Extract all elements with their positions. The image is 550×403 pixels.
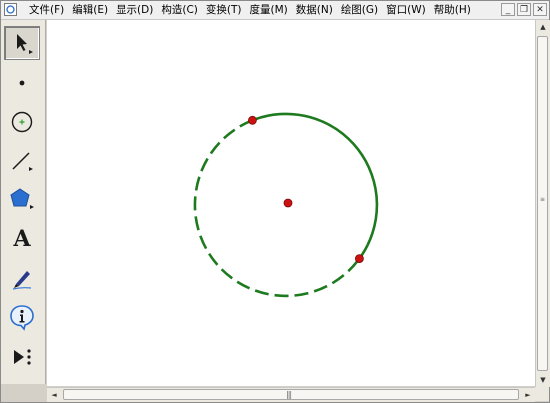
minimize-button[interactable]: _	[501, 3, 515, 16]
arc-point-top[interactable]	[247, 115, 257, 125]
scroll-left-arrow-icon[interactable]: ◄	[47, 388, 61, 402]
horizontal-scroll-thumb[interactable]: |||	[63, 389, 519, 400]
menu-file[interactable]: 文件(F)	[25, 1, 68, 19]
text-tool[interactable]: A	[4, 222, 40, 256]
vertical-scroll-thumb[interactable]: ≡	[537, 36, 548, 371]
menu-transform[interactable]: 变换(T)	[202, 1, 246, 19]
compass-icon	[11, 111, 33, 133]
sketch-drawing	[193, 112, 379, 298]
custom-tool[interactable]	[4, 340, 40, 374]
center-point[interactable]	[283, 198, 293, 208]
menu-window[interactable]: 窗口(W)	[382, 1, 430, 19]
menu-construct[interactable]: 构造(C)	[157, 1, 202, 19]
horizontal-grip-icon: |||	[286, 390, 292, 399]
menu-graph[interactable]: 绘图(G)	[337, 1, 382, 19]
marker-pen-icon	[12, 271, 32, 290]
scroll-up-arrow-icon[interactable]: ▲	[536, 20, 550, 34]
menu-data[interactable]: 数据(N)	[292, 1, 337, 19]
point-icon	[19, 80, 25, 86]
app-icon[interactable]	[4, 3, 17, 16]
menu-bar: 文件(F) 编辑(E) 显示(D) 构造(C) 变换(T) 度量(M) 数据(N…	[1, 1, 549, 20]
menu-list: 文件(F) 编辑(E) 显示(D) 构造(C) 变换(T) 度量(M) 数据(N…	[25, 1, 475, 19]
toolbox: A	[1, 20, 46, 384]
sketchpad-window: 文件(F) 编辑(E) 显示(D) 构造(C) 变换(T) 度量(M) 数据(N…	[0, 0, 550, 403]
circle-solid-arc[interactable]	[251, 112, 379, 260]
scroll-right-arrow-icon[interactable]: ►	[521, 388, 535, 402]
arrow-icon	[17, 34, 33, 54]
compass-tool[interactable]	[4, 105, 40, 139]
scroll-down-arrow-icon[interactable]: ▼	[536, 373, 550, 387]
menu-measure[interactable]: 度量(M)	[245, 1, 291, 19]
point-tool[interactable]	[4, 66, 40, 100]
close-button[interactable]: ✕	[533, 3, 547, 16]
line-icon	[12, 152, 33, 171]
text-icon: A	[13, 226, 31, 252]
circle-dashed-arc[interactable]	[193, 119, 361, 298]
straightedge-tool[interactable]	[4, 144, 40, 178]
information-tool[interactable]	[4, 300, 40, 334]
polygon-tool[interactable]	[4, 182, 40, 216]
menu-help[interactable]: 帮助(H)	[430, 1, 475, 19]
window-controls: _ ❐ ✕	[501, 3, 547, 16]
scrollbar-corner	[535, 387, 549, 401]
horizontal-scrollbar[interactable]: ◄ ||| ►	[47, 387, 535, 402]
restore-button[interactable]: ❐	[517, 3, 531, 16]
sketch-canvas[interactable]	[47, 20, 535, 386]
menu-display[interactable]: 显示(D)	[112, 1, 157, 19]
pentagon-icon	[10, 188, 34, 209]
arrow-select-tool[interactable]	[4, 26, 40, 60]
vertical-grip-icon: ≡	[540, 196, 546, 203]
info-icon	[10, 305, 34, 331]
custom-tools-icon	[14, 349, 31, 365]
arc-point-bottom-right[interactable]	[354, 254, 364, 264]
vertical-scrollbar[interactable]: ▲ ≡ ▼	[535, 20, 550, 387]
marker-tool[interactable]	[4, 261, 40, 295]
menu-edit[interactable]: 编辑(E)	[68, 1, 112, 19]
